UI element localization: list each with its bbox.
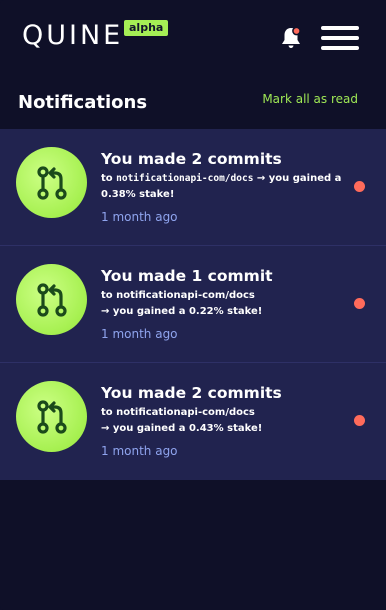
logo-text: QUINE [22, 20, 124, 51]
notification-item[interactable]: You made 2 commits to notificationapi-co… [0, 363, 386, 480]
hamburger-menu-icon[interactable] [321, 26, 361, 50]
git-pull-request-icon [16, 381, 87, 452]
notification-content: You made 2 commits to notificationapi-co… [101, 149, 351, 225]
title-row: Notifications Mark all as read [0, 82, 386, 122]
notification-item[interactable]: You made 1 commit to notificationapi-com… [0, 246, 386, 363]
alpha-badge: alpha [124, 20, 169, 36]
notification-title: You made 1 commit [101, 267, 273, 285]
notification-item[interactable]: You made 2 commits to notificationapi-co… [0, 129, 386, 246]
unread-dot [354, 181, 365, 192]
app-frame: QUINE alpha Notifications Mark all as re… [0, 0, 386, 610]
unread-dot [354, 415, 365, 426]
notification-content: You made 2 commits to notificationapi-co… [101, 383, 351, 459]
notification-description: to notificationapi-com/docs → you gained… [101, 171, 351, 203]
notification-list: You made 2 commits to notificationapi-co… [0, 129, 386, 480]
bell-icon[interactable] [280, 26, 302, 50]
notification-time: 1 month ago [101, 210, 178, 224]
to-prefix: to [101, 407, 117, 418]
notification-time: 1 month ago [101, 327, 178, 341]
quine-logo[interactable]: QUINE alpha [22, 20, 169, 51]
stake-gain: → you gained a 0.43% stake! [101, 423, 263, 434]
stake-gain: → you gained a 0.22% stake! [101, 306, 263, 317]
notification-content: You made 1 commit to notificationapi-com… [101, 266, 351, 342]
notification-time: 1 month ago [101, 444, 178, 458]
top-bar: QUINE alpha [0, 0, 386, 76]
page-title: Notifications [18, 92, 148, 113]
to-prefix: to [101, 290, 117, 301]
repo-name: notificationapi-com/docs [116, 407, 255, 418]
git-pull-request-icon [16, 147, 87, 218]
repo-name: notificationapi-com/docs [116, 290, 255, 301]
notification-title: You made 2 commits [101, 384, 282, 402]
git-pull-request-icon [16, 264, 87, 335]
notification-description: to notificationapi-com/docs → you gained … [101, 288, 351, 320]
notification-description: to notificationapi-com/docs → you gained … [101, 405, 351, 437]
to-prefix: to [101, 173, 117, 184]
mark-all-read-link[interactable]: Mark all as read [262, 92, 358, 106]
notification-title: You made 2 commits [101, 150, 282, 168]
unread-dot [354, 298, 365, 309]
repo-name: notificationapi-com/docs [116, 173, 254, 184]
